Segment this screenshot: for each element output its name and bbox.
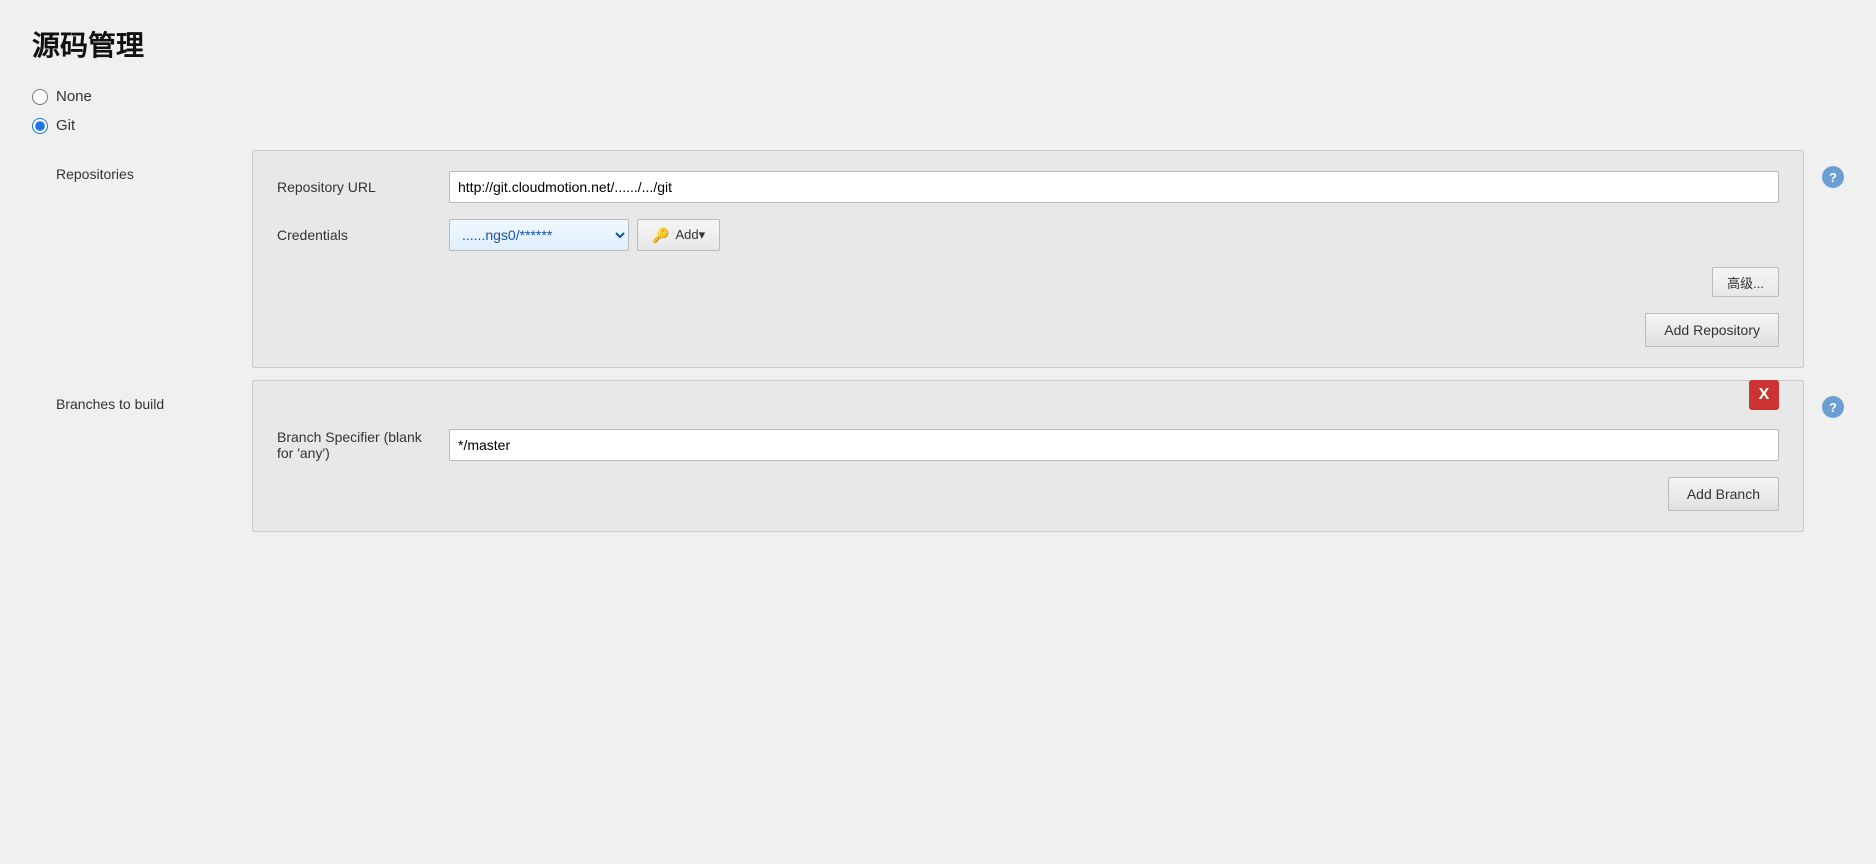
repository-action-buttons: 高级... Add Repository: [277, 267, 1779, 347]
branch-specifier-row: Branch Specifier (blank for 'any'): [277, 429, 1779, 461]
scm-radio-group: None Git: [32, 88, 1844, 134]
credentials-row: Credentials ......ngs0/****** 🔑 Add▾: [277, 219, 1779, 251]
repositories-help-icon[interactable]: ?: [1822, 166, 1844, 188]
repository-url-row: Repository URL: [277, 171, 1779, 203]
key-icon: 🔑: [652, 227, 669, 244]
repositories-panel: Repository URL Credentials ......ngs0/**…: [252, 150, 1804, 368]
delete-branch-button[interactable]: X: [1749, 380, 1779, 410]
repository-url-input[interactable]: [449, 171, 1779, 203]
repository-url-label: Repository URL: [277, 179, 437, 195]
add-credentials-label: Add▾: [675, 227, 705, 243]
branches-section: Branches to build X Branch Specifier (bl…: [32, 380, 1844, 532]
credentials-label: Credentials: [277, 227, 437, 243]
add-credentials-button[interactable]: 🔑 Add▾: [637, 219, 720, 251]
add-branch-button-row: Add Branch: [277, 477, 1779, 511]
branches-label: Branches to build: [32, 380, 252, 412]
git-radio[interactable]: [32, 118, 48, 134]
none-radio-item[interactable]: None: [32, 88, 1844, 105]
none-radio[interactable]: [32, 89, 48, 105]
git-radio-item[interactable]: Git: [32, 117, 1844, 134]
page-title: 源码管理: [32, 24, 1844, 64]
branches-panel: X Branch Specifier (blank for 'any') Add…: [252, 380, 1804, 532]
credentials-select[interactable]: ......ngs0/******: [449, 219, 629, 251]
credentials-controls: ......ngs0/****** 🔑 Add▾: [449, 219, 720, 251]
repositories-label: Repositories: [32, 150, 252, 182]
none-radio-label: None: [56, 88, 92, 105]
branch-specifier-input[interactable]: [449, 429, 1779, 461]
advanced-button[interactable]: 高级...: [1712, 267, 1779, 297]
add-branch-button[interactable]: Add Branch: [1668, 477, 1779, 511]
branches-help-icon[interactable]: ?: [1822, 396, 1844, 418]
repositories-section: Repositories Repository URL Credentials …: [32, 150, 1844, 368]
git-radio-label: Git: [56, 117, 75, 134]
page-container: 源码管理 None Git Repositories Repository UR…: [0, 0, 1876, 564]
add-repository-button[interactable]: Add Repository: [1645, 313, 1779, 347]
branch-specifier-label: Branch Specifier (blank for 'any'): [277, 429, 437, 461]
